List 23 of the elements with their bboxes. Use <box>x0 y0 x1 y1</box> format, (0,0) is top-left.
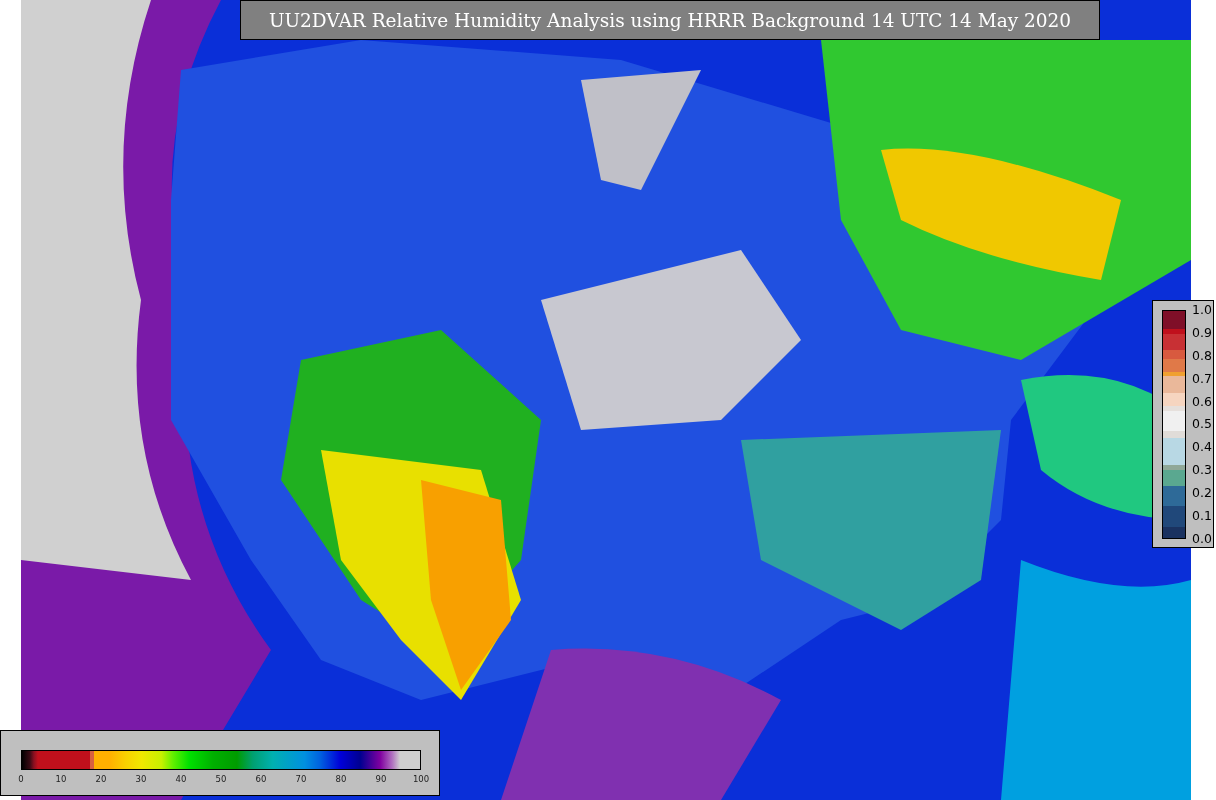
tick-label: 1.0 <box>1192 302 1212 318</box>
tick-label: 0.7 <box>1192 370 1212 387</box>
tick-label: 70 <box>294 774 308 784</box>
tick-label: 0.8 <box>1192 347 1212 364</box>
tick-label: 90 <box>374 774 388 784</box>
tick-label: 30 <box>134 774 148 784</box>
tick-label: 0.6 <box>1192 393 1212 410</box>
tick-label: 10 <box>54 774 68 784</box>
tick-label: 0.5 <box>1192 416 1212 433</box>
tick-label: 60 <box>254 774 268 784</box>
tick-label: 20 <box>94 774 108 784</box>
tick-label: 0.4 <box>1192 439 1212 456</box>
tick-label: 80 <box>334 774 348 784</box>
tick-label: 0 <box>17 774 25 784</box>
tick-label: 0.0 <box>1192 530 1212 547</box>
tick-label: 40 <box>174 774 188 784</box>
tick-label: 0.2 <box>1192 485 1212 502</box>
tick-label: 0.3 <box>1192 462 1212 479</box>
tick-label: 0.1 <box>1192 508 1212 524</box>
tick-label: 0.9 <box>1192 324 1212 341</box>
tick-label: 100 <box>411 774 431 784</box>
tick-label: 50 <box>214 774 228 784</box>
map-title: UU2DVAR Relative Humidity Analysis using HRRR Background 14 UTC 14 May 2020 <box>240 0 1100 40</box>
